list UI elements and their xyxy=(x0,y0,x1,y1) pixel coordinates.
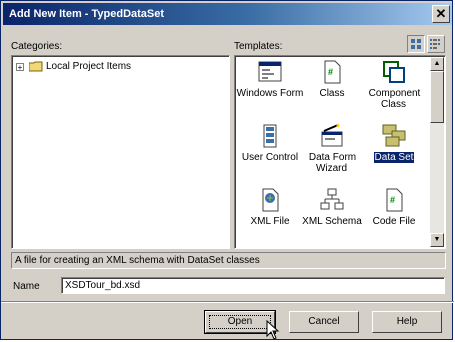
code-file-icon: # xyxy=(386,188,403,212)
list-view-icon xyxy=(430,39,440,49)
dataset-icon xyxy=(382,124,406,147)
template-windows-form[interactable]: Windows Form xyxy=(235,60,305,120)
focus-rect xyxy=(209,315,271,329)
class-file-icon: # xyxy=(324,60,341,84)
template-label: Code File xyxy=(372,216,416,227)
folder-icon xyxy=(29,61,43,72)
templates-list[interactable]: Windows Form # Class Component Class Use… xyxy=(234,55,446,249)
windows-form-icon xyxy=(258,61,282,82)
description-text: A file for creating an XML schema with D… xyxy=(15,255,260,266)
template-label: XML File xyxy=(250,216,290,227)
template-component-class[interactable]: Component Class xyxy=(359,60,429,120)
template-label: Component Class xyxy=(368,88,421,110)
template-data-set[interactable]: Data Set xyxy=(359,124,429,184)
templates-label: Templates: xyxy=(234,41,283,52)
xml-file-icon xyxy=(262,188,279,212)
svg-text:#: # xyxy=(390,195,395,205)
name-input[interactable]: XSDTour_bd.xsd xyxy=(61,277,445,294)
tree-item-label: Local Project Items xyxy=(46,61,132,72)
close-icon: ✕ xyxy=(435,6,447,21)
mouse-cursor-icon xyxy=(266,320,280,340)
divider xyxy=(1,301,454,303)
component-class-icon xyxy=(383,61,405,83)
categories-tree[interactable]: + Local Project Items xyxy=(11,55,230,249)
chevron-up-icon: ▲ xyxy=(433,60,441,67)
close-button[interactable]: ✕ xyxy=(432,5,450,23)
large-icons-view-icon xyxy=(411,39,421,49)
template-label: User Control xyxy=(241,152,299,163)
chevron-down-icon: ▼ xyxy=(433,236,441,243)
name-label: Name xyxy=(13,281,40,292)
template-user-control[interactable]: User Control xyxy=(235,124,305,184)
scroll-thumb[interactable] xyxy=(430,71,444,123)
template-xml-file[interactable]: XML File xyxy=(235,188,305,248)
template-label: Class xyxy=(319,88,345,99)
list-view-button[interactable] xyxy=(427,35,445,53)
cancel-button-label: Cancel xyxy=(308,316,340,327)
template-label: Data Set xyxy=(373,152,415,163)
data-form-wizard-icon xyxy=(321,124,343,147)
template-data-form-wizard[interactable]: Data Form Wizard xyxy=(297,124,367,184)
categories-label: Categories: xyxy=(11,41,63,52)
user-control-icon xyxy=(263,124,277,148)
description-bar: A file for creating an XML schema with D… xyxy=(11,252,446,269)
add-new-item-dialog: Add New Item - TypedDataSet ✕ Categories… xyxy=(0,0,454,340)
large-icons-view-button[interactable] xyxy=(407,35,425,53)
help-button[interactable]: Help xyxy=(372,311,442,333)
xml-schema-icon xyxy=(320,188,344,210)
template-label: Data Form Wizard xyxy=(308,152,357,174)
expand-icon[interactable]: + xyxy=(16,63,24,72)
name-input-value: XSDTour_bd.xsd xyxy=(65,280,141,291)
help-button-label: Help xyxy=(396,316,418,327)
cancel-button[interactable]: Cancel xyxy=(289,311,359,333)
window-title: Add New Item - TypedDataSet xyxy=(9,8,165,20)
template-label: Windows Form xyxy=(236,88,304,99)
template-code-file[interactable]: # Code File xyxy=(359,188,429,248)
templates-scrollbar[interactable]: ▲ ▼ xyxy=(430,57,444,247)
scroll-down-button[interactable]: ▼ xyxy=(430,233,444,247)
template-label: XML Schema xyxy=(302,216,362,227)
svg-text:#: # xyxy=(328,67,333,77)
open-button[interactable]: Open xyxy=(204,310,276,334)
template-class[interactable]: # Class xyxy=(297,60,367,120)
scroll-up-button[interactable]: ▲ xyxy=(430,57,444,71)
template-xml-schema[interactable]: XML Schema xyxy=(297,188,367,248)
title-bar[interactable]: Add New Item - TypedDataSet ✕ xyxy=(3,3,452,25)
